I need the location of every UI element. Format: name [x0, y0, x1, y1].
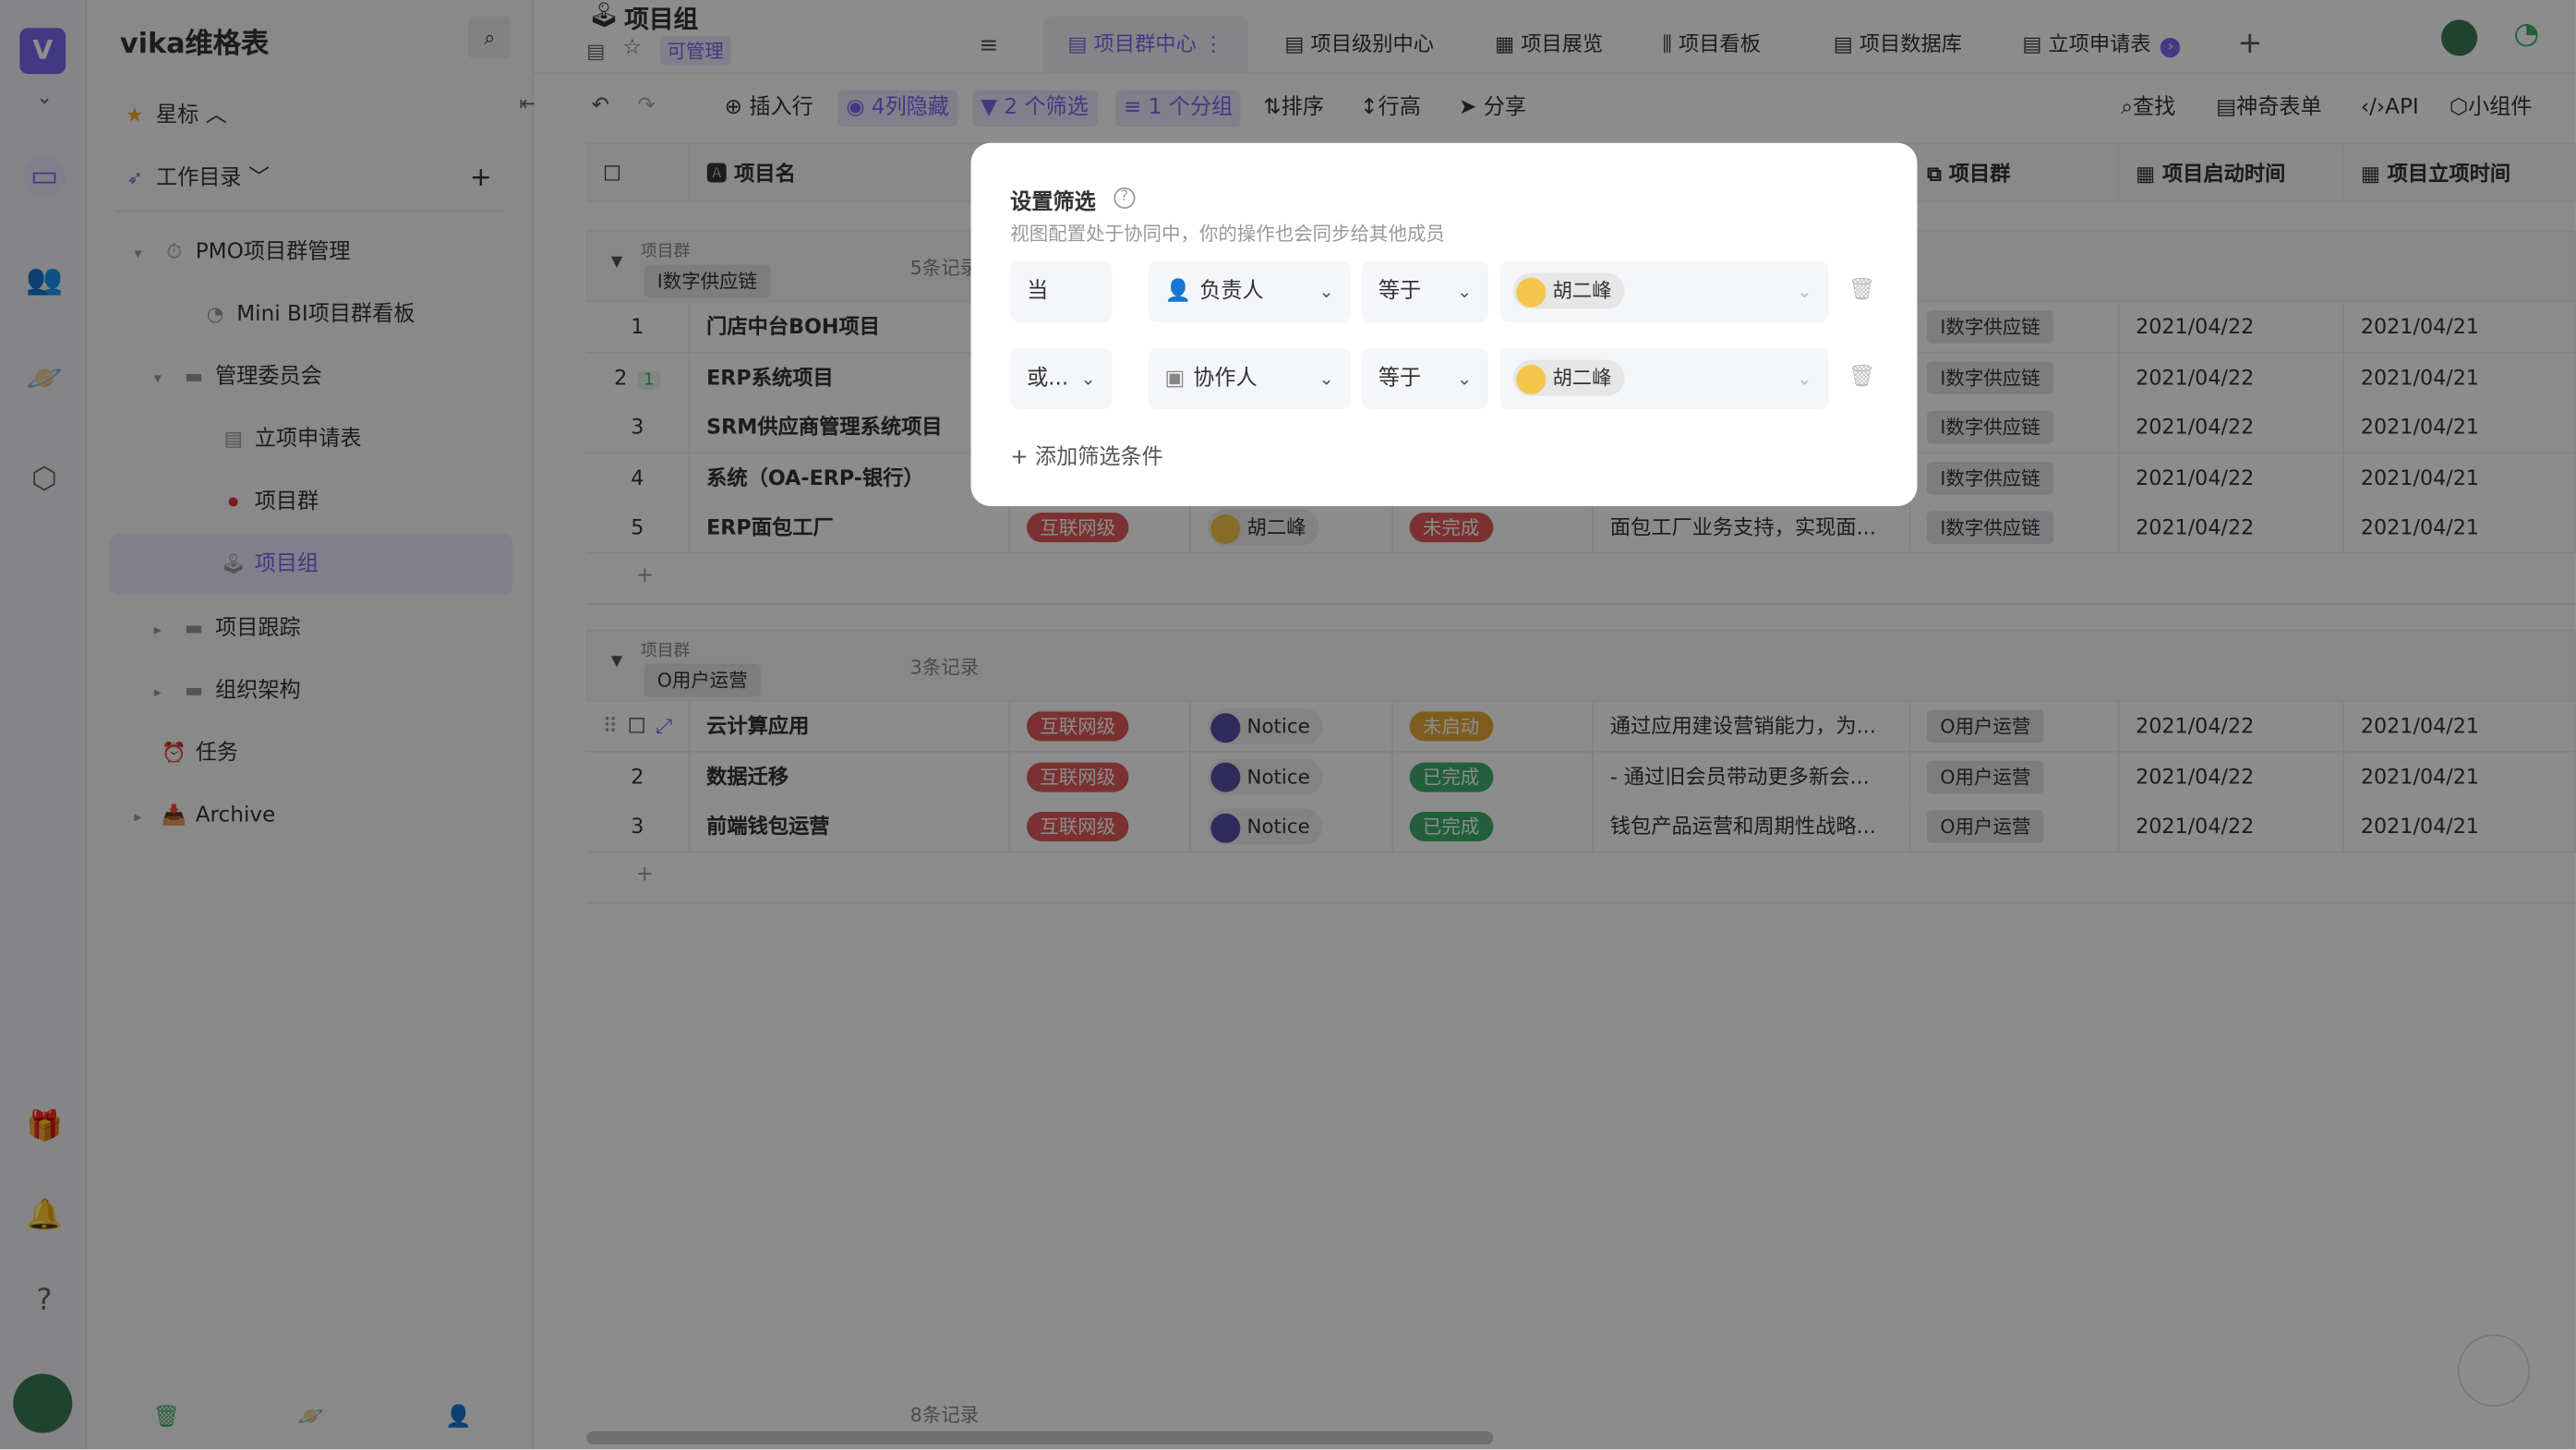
operator-select[interactable]: 等于 ⌄: [1362, 348, 1489, 410]
chevron-down-icon: ⌄: [1318, 281, 1334, 303]
chevron-down-icon: ⌄: [1456, 281, 1473, 303]
member-chip: 胡二峰: [1512, 272, 1625, 309]
delete-condition-icon[interactable]: 🗑: [1848, 365, 1875, 390]
conjunction-select[interactable]: 或... ⌄: [1010, 348, 1113, 410]
field-select[interactable]: 👤 负责人 ⌄: [1148, 260, 1351, 322]
add-filter-button[interactable]: + 添加筛选条件: [1010, 439, 1163, 470]
person-icon: 👤: [1164, 279, 1192, 305]
label: 添加筛选条件: [1035, 445, 1163, 470]
member-chip: 胡二峰: [1512, 359, 1625, 396]
chevron-down-icon: ⌄: [1456, 368, 1473, 390]
field-select[interactable]: ▣ 协作人 ⌄: [1148, 348, 1351, 410]
member-name: 胡二峰: [1552, 366, 1612, 390]
operator-label: 等于: [1378, 279, 1422, 305]
avatar: [1516, 276, 1547, 307]
chevron-down-icon: ⌄: [1318, 368, 1334, 390]
field-label: 协作人: [1193, 366, 1258, 392]
modal-title: 设置筛选: [1010, 190, 1096, 216]
conjunction-label: 当: [1027, 279, 1049, 305]
modal-subtitle: 视图配置处于协同中，你的操作也会同步给其他成员: [1010, 222, 1445, 246]
help-icon[interactable]: ?: [1113, 187, 1136, 209]
value-select[interactable]: 胡二峰 ⌄: [1499, 260, 1829, 322]
value-select[interactable]: 胡二峰 ⌄: [1499, 348, 1829, 410]
chevron-down-icon: ⌄: [1080, 368, 1096, 390]
field-label: 负责人: [1199, 279, 1264, 305]
operator-select[interactable]: 等于 ⌄: [1362, 260, 1489, 322]
operator-label: 等于: [1378, 366, 1422, 392]
delete-condition-icon[interactable]: 🗑: [1848, 278, 1875, 303]
chevron-down-icon: ⌄: [1797, 281, 1812, 303]
filter-modal: 设置筛选 ? 视图配置处于协同中，你的操作也会同步给其他成员 当 👤 负责人 ⌄ 等于 ⌄…: [970, 142, 1918, 507]
chevron-down-icon: ⌄: [1797, 368, 1812, 390]
conjunction-select: 当: [1010, 260, 1113, 322]
conjunction-label: 或...: [1027, 366, 1069, 392]
avatar: [1516, 364, 1547, 394]
collaborator-field-icon: ▣: [1164, 366, 1186, 392]
member-name: 胡二峰: [1552, 279, 1612, 303]
